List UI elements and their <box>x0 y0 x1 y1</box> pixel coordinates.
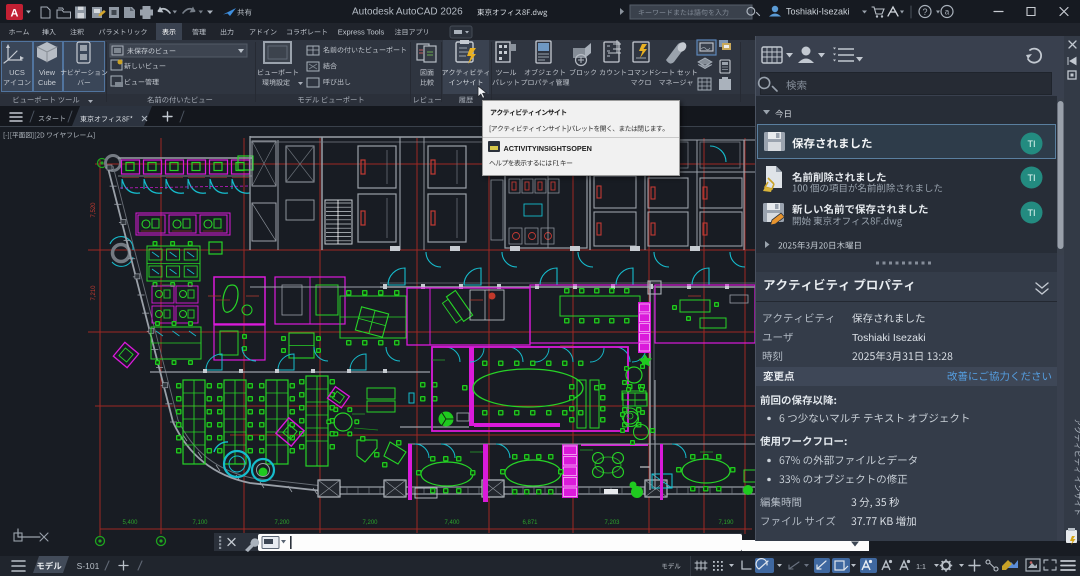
svg-text:TI: TI <box>1028 139 1036 149</box>
svg-text:A: A <box>11 8 19 20</box>
svg-text:1:1: 1:1 <box>916 564 926 571</box>
svg-text:S-101: S-101 <box>77 561 100 571</box>
svg-text:TI: TI <box>1028 208 1036 218</box>
svg-text:?: ? <box>922 7 927 17</box>
svg-text:View: View <box>39 68 56 77</box>
svg-text:Cube: Cube <box>38 78 56 87</box>
svg-text:Express Tools: Express Tools <box>338 28 385 37</box>
svg-text:a: a <box>945 8 950 17</box>
svg-text:ACTIVITYINSIGHTSOPEN: ACTIVITYINSIGHTSOPEN <box>504 144 592 153</box>
svg-text:Toshiaki-Isezaki: Toshiaki-Isezaki <box>786 7 850 17</box>
svg-text:Toshiaki Isezaki: Toshiaki Isezaki <box>852 332 926 344</box>
svg-text:Autodesk AutoCAD 2026: Autodesk AutoCAD 2026 <box>352 7 463 18</box>
svg-text:TI: TI <box>1028 173 1036 183</box>
svg-text:UCS: UCS <box>9 68 25 77</box>
